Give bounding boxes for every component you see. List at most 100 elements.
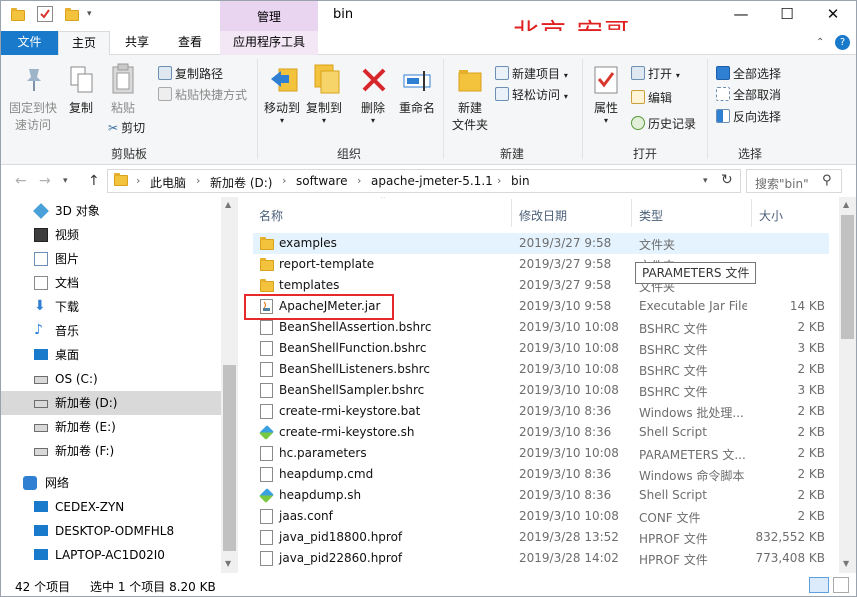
open-button[interactable]: 打开 ▾ [631, 65, 680, 82]
file-size: 2 KB [797, 404, 825, 418]
red-highlight-box [244, 294, 394, 320]
nav-item-computer-laptop[interactable]: LAPTOP-AC1D02I0 [1, 543, 221, 567]
properties-button[interactable]: 属性 ▾ [594, 99, 618, 125]
delete-button[interactable]: 删除 ▾ [361, 99, 385, 125]
nav-item-music[interactable]: ♪ 音乐 [1, 319, 221, 343]
copy-to-button[interactable]: 复制到 ▾ [306, 99, 342, 125]
breadcrumb-bin[interactable]: bin [511, 174, 530, 188]
file-date: 2019/3/27 9:58 [519, 278, 612, 292]
column-header-date[interactable]: 修改日期 [519, 207, 567, 224]
new-folder-icon[interactable] [65, 7, 79, 23]
maximize-button[interactable]: ☐ [764, 1, 810, 29]
nav-scrollbar[interactable]: ▲ ▼ [221, 197, 238, 573]
nav-item-desktop[interactable]: 桌面 [1, 343, 221, 367]
breadcrumb-this-pc[interactable]: 此电脑 [150, 174, 186, 191]
refresh-icon[interactable]: ↻ [721, 172, 733, 188]
file-row[interactable]: examples 2019/3/27 9:58 文件夹 [253, 233, 829, 254]
breadcrumb-software[interactable]: software [296, 174, 348, 188]
address-bar[interactable]: › 此电脑 › 新加卷 (D:) › software › apache-jme… [107, 169, 741, 193]
nav-item-drive-e[interactable]: 新加卷 (E:) [1, 415, 221, 439]
move-to-button[interactable]: 移动到 ▾ [264, 99, 300, 125]
file-row[interactable]: create-rmi-keystore.sh 2019/3/10 8:36 Shel… [253, 422, 829, 443]
properties-check-icon[interactable] [37, 6, 53, 22]
file-row[interactable]: java_pid22860.hprof 2019/3/28 14:02 HPROF … [253, 548, 829, 569]
column-header-name[interactable]: 名称 [259, 207, 283, 224]
file-type: BSHRC 文件 [639, 364, 708, 378]
file-list-scrollbar[interactable]: ▲ ▼ [839, 197, 856, 573]
nav-item-documents[interactable]: 文档 [1, 271, 221, 295]
file-row[interactable]: heapdump.sh 2019/3/10 8:36 Shell Script 2 K… [253, 485, 829, 506]
file-row[interactable]: BeanShellAssertion.bshrc 2019/3/10 10:08 B… [253, 317, 829, 338]
collapse-ribbon-icon[interactable]: ⌃ [816, 37, 824, 48]
nav-item-3d-objects[interactable]: 3D 对象 [1, 199, 221, 223]
file-row[interactable]: java_pid18800.hprof 2019/3/28 13:52 HPROF … [253, 527, 829, 548]
select-none-button[interactable]: 全部取消 [716, 86, 781, 103]
file-row[interactable]: create-rmi-keystore.bat 2019/3/10 8:36 Win… [253, 401, 829, 422]
file-row[interactable]: BeanShellListeners.bshrc 2019/3/10 10:08 B… [253, 359, 829, 380]
minimize-button[interactable]: — [718, 1, 764, 29]
details-view-icon[interactable] [809, 577, 829, 593]
back-arrow-icon[interactable]: ← [15, 173, 27, 189]
cut-button[interactable]: ✂ 剪切 [108, 119, 145, 136]
pin-quick-access-button[interactable]: 固定到快 速访问 [9, 99, 57, 133]
breadcrumb-drive-d[interactable]: 新加卷 (D:) [210, 174, 272, 191]
select-all-button[interactable]: 全部选择 [716, 65, 781, 82]
file-row[interactable]: heapdump.cmd 2019/3/10 8:36 Windows 命令脚本 2 … [253, 464, 829, 485]
file-list-scroll-thumb[interactable] [841, 215, 854, 339]
sort-ascending-icon: ⌃ [379, 197, 387, 205]
tab-application-tools[interactable]: 应用程序工具 [220, 31, 318, 55]
nav-item-downloads[interactable]: ⬇ 下载 [1, 295, 221, 319]
column-header-size[interactable]: 大小 [759, 207, 783, 224]
tab-home[interactable]: 主页 [58, 31, 110, 56]
tab-share[interactable]: 共享 [113, 31, 161, 55]
easy-access-button[interactable]: 轻松访问 ▾ [495, 86, 568, 103]
scroll-up-icon[interactable]: ▲ [843, 200, 849, 209]
nav-item-computer-desktop[interactable]: DESKTOP-ODMFHL8 [1, 519, 221, 543]
large-icons-view-icon[interactable] [833, 577, 849, 593]
paste-shortcut-button[interactable]: 粘贴快捷方式 [158, 86, 247, 103]
forward-arrow-icon[interactable]: → [39, 173, 51, 189]
file-row[interactable]: hc.parameters 2019/3/10 10:08 PARAMETERS 文… [253, 443, 829, 464]
scroll-up-icon[interactable]: ▲ [225, 200, 231, 209]
file-row[interactable]: BeanShellFunction.bshrc 2019/3/10 10:08 BS… [253, 338, 829, 359]
nav-item-video[interactable]: 视频 [1, 223, 221, 247]
nav-item-drive-c[interactable]: OS (C:) [1, 367, 221, 391]
new-folder-button[interactable]: 新建 文件夹 [452, 99, 488, 133]
open-label: 打开 [648, 67, 673, 81]
copy-button[interactable]: 复制 [69, 99, 93, 116]
scroll-down-icon[interactable]: ▼ [225, 559, 231, 568]
nav-item-computer-cedex[interactable]: CEDEX-ZYN [1, 495, 221, 519]
close-button[interactable]: ✕ [810, 1, 856, 29]
invert-selection-button[interactable]: 反向选择 [716, 108, 781, 125]
help-icon[interactable]: ? [835, 35, 850, 50]
search-input[interactable]: 搜索"bin" [755, 175, 809, 192]
nav-scroll-thumb[interactable] [223, 365, 236, 551]
nav-item-network[interactable]: 网络 [1, 471, 221, 495]
column-header-type[interactable]: 类型 [639, 207, 663, 224]
breadcrumb-apache-jmeter[interactable]: apache-jmeter-5.1.1 [371, 174, 493, 188]
new-item-button[interactable]: 新建项目 ▾ [495, 65, 568, 82]
paste-button[interactable]: 粘贴 [111, 99, 135, 116]
nav-item-drive-f[interactable]: 新加卷 (F:) [1, 439, 221, 463]
up-arrow-icon[interactable]: ↑ [88, 173, 100, 189]
rename-button[interactable]: 重命名 [399, 99, 435, 116]
folder-icon[interactable] [11, 7, 25, 23]
address-dropdown-icon[interactable]: ▾ [703, 176, 708, 186]
history-button[interactable]: 历史记录 [631, 115, 696, 132]
explorer-window: ▾ 管理 bin 北京-宏哥 — ☐ ✕ 文件 主页 共享 查看 应用程序工具 … [0, 0, 857, 597]
customize-toolbar-icon[interactable]: ▾ [87, 9, 101, 25]
recent-locations-icon[interactable]: ▾ [63, 176, 68, 186]
search-box[interactable]: 搜索"bin" ⚲ [746, 169, 842, 193]
file-row[interactable]: BeanShellSampler.bshrc 2019/3/10 10:08 BSH… [253, 380, 829, 401]
tab-file[interactable]: 文件 [1, 31, 58, 55]
scroll-down-icon[interactable]: ▼ [843, 559, 849, 568]
edit-label: 编辑 [648, 91, 673, 105]
file-date: 2019/3/10 10:08 [519, 509, 619, 523]
nav-item-drive-d[interactable]: 新加卷 (D:) [1, 391, 221, 415]
tab-view[interactable]: 查看 [165, 31, 215, 55]
nav-item-pictures[interactable]: 图片 [1, 247, 221, 271]
copy-path-button[interactable]: 复制路径 [158, 65, 223, 82]
file-date: 2019/3/10 10:08 [519, 341, 619, 355]
edit-button[interactable]: 编辑 [631, 89, 672, 106]
file-row[interactable]: jaas.conf 2019/3/10 10:08 CONF 文件 2 KB [253, 506, 829, 527]
